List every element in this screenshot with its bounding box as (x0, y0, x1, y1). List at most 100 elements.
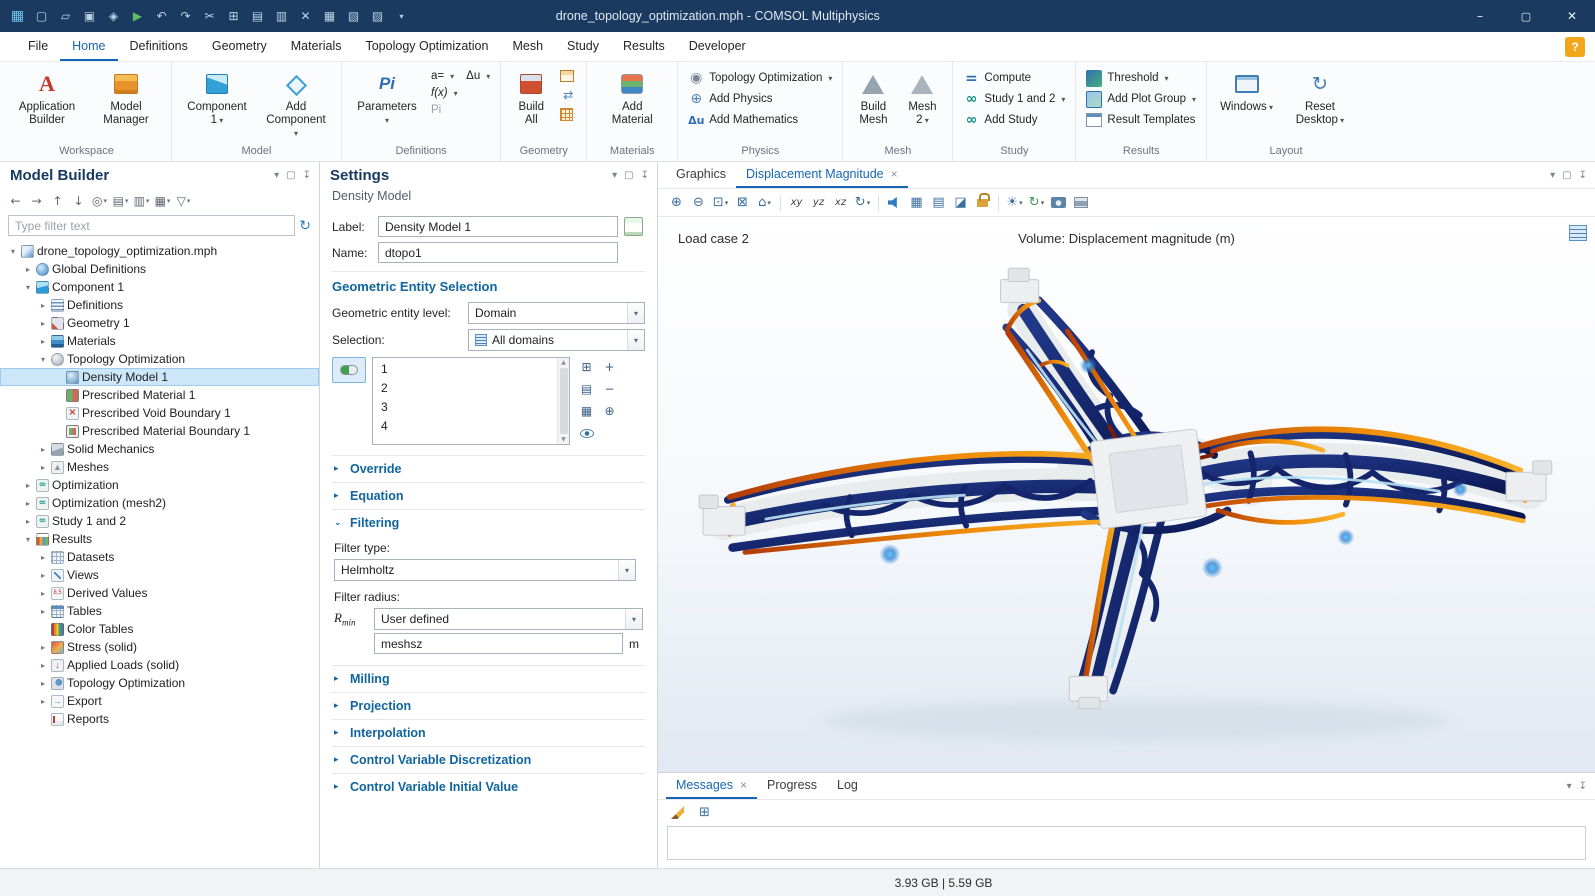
expand-icon[interactable]: ▸ (23, 499, 33, 508)
matrix-icon[interactable]: ▨ (366, 4, 389, 28)
collapse-all-icon[interactable]: ▤▾ (111, 192, 130, 211)
expand-icon[interactable]: ▸ (38, 607, 48, 616)
minimize-button[interactable] (1457, 0, 1503, 32)
expand-icon[interactable]: ▸ (23, 517, 33, 526)
cut-icon[interactable]: ✂ (198, 4, 221, 28)
run-icon[interactable]: ▶ (126, 4, 149, 28)
geometry-sync-button[interactable] (557, 86, 579, 104)
tree-item[interactable]: ▸Definitions (0, 296, 319, 314)
domain-selection-list[interactable]: 1234 ▲ ▼ (372, 357, 570, 445)
save-icon[interactable]: ▣ (78, 4, 101, 28)
section-projection[interactable]: Projection (332, 692, 645, 719)
rotate-icon[interactable]: ↻▾ (852, 193, 873, 213)
tree-item[interactable]: ▸Tables (0, 602, 319, 620)
plot-in-window-icon[interactable]: ▤ (928, 193, 949, 213)
expand-icon[interactable]: ▸ (38, 679, 48, 688)
zoom-box-icon[interactable]: ⊡▾ (710, 193, 731, 213)
zx-view-icon[interactable]: xz (830, 193, 851, 213)
zoom-in-icon[interactable]: ⊕ (666, 193, 687, 213)
pin-panel-icon[interactable] (1579, 781, 1587, 792)
scroll-up-icon[interactable]: ▲ (561, 359, 566, 366)
tree-item[interactable]: ▸Geometry 1 (0, 314, 319, 332)
tree-item[interactable]: ▾drone_topology_optimization.mph (0, 242, 319, 260)
copy-selection-button[interactable]: ⊞ (576, 357, 597, 377)
variables-button[interactable]: a= (428, 69, 457, 83)
expand-sections-icon[interactable]: ▥▾ (132, 192, 151, 211)
tree-item[interactable]: ▸Global Definitions (0, 260, 319, 278)
toolbar-menu-icon[interactable]: ▾ (390, 4, 413, 28)
show-selection-button[interactable] (576, 423, 597, 443)
active-selection-toggle[interactable] (332, 357, 366, 383)
expand-icon[interactable]: ▸ (38, 553, 48, 562)
result-templates-button[interactable]: Result Templates (1083, 111, 1199, 129)
tree-item[interactable]: ▸Topology Optimization (0, 674, 319, 692)
tree-item[interactable]: ▸Optimization (0, 476, 319, 494)
nonlocal-couplings-button[interactable]: Δu (463, 69, 493, 83)
menu-tab-home[interactable]: Home (60, 32, 117, 61)
add-study-button[interactable]: Add Study (960, 111, 1068, 129)
name-input[interactable] (378, 242, 618, 263)
section-interpolation[interactable]: Interpolation (332, 719, 645, 746)
panel-menu-icon[interactable] (1550, 170, 1555, 181)
zoom-extents-icon[interactable]: ⊠ (732, 193, 753, 213)
expand-icon[interactable]: ▸ (23, 265, 33, 274)
remove-from-selection-button[interactable]: − (599, 379, 620, 399)
tab-displacement-magnitude[interactable]: Displacement Magnitude (736, 162, 908, 188)
close-button[interactable] (1549, 0, 1595, 32)
geometry-measure-button[interactable] (557, 107, 579, 122)
expand-icon[interactable]: ▸ (38, 301, 48, 310)
label-input[interactable] (378, 216, 618, 237)
menu-tab-geometry[interactable]: Geometry (200, 32, 279, 61)
new-file-icon[interactable]: ▢ (30, 4, 53, 28)
tree-item[interactable]: Color Tables (0, 620, 319, 638)
label-options-button[interactable] (624, 217, 643, 236)
tree-item[interactable]: Prescribed Material Boundary 1 (0, 422, 319, 440)
plot-settings-icon[interactable] (1569, 225, 1587, 241)
pin-panel-icon[interactable] (303, 170, 311, 181)
expand-icon[interactable]: ▸ (23, 481, 33, 490)
table-grid-icon[interactable]: ▦ (318, 4, 341, 28)
build-all-button[interactable]: Build All (508, 66, 554, 143)
add-physics-button[interactable]: Add Physics (685, 90, 835, 108)
component-button[interactable]: Component 1 (179, 66, 255, 143)
tree-item[interactable]: ▸Views (0, 566, 319, 584)
collapse-icon[interactable]: ▾ (38, 355, 48, 364)
tab-progress[interactable]: Progress (757, 773, 827, 799)
application-builder-button[interactable]: Application Builder (9, 66, 85, 143)
entity-level-select[interactable]: Domain (468, 302, 645, 324)
tree-item[interactable]: ▸Applied Loads (solid) (0, 656, 319, 674)
clip-icon[interactable]: ◪ (950, 193, 971, 213)
model-manager-button[interactable]: Model Manager (88, 66, 164, 143)
go-to-view-icon[interactable]: ⌂▾ (754, 193, 775, 213)
lock-icon[interactable] (972, 193, 993, 213)
paste-selection-button[interactable]: ▤ (576, 379, 597, 399)
yz-view-icon[interactable]: yz (808, 193, 829, 213)
scroll-down-icon[interactable]: ▼ (561, 436, 566, 443)
tree-item[interactable]: ▸Solid Mechanics (0, 440, 319, 458)
selection-select[interactable]: All domains (468, 329, 645, 351)
parameter-case-button[interactable]: Pi (428, 103, 493, 117)
rmin-mode-select[interactable]: User defined (374, 608, 643, 630)
logo-icon[interactable]: ▦ (6, 4, 29, 28)
forward-icon[interactable]: → (27, 192, 46, 211)
mesh-2-button[interactable]: Mesh 2 (899, 66, 945, 143)
section-control-variable-discretization[interactable]: Control Variable Discretization (332, 746, 645, 773)
reset-desktop-button[interactable]: Reset Desktop (1282, 66, 1358, 143)
tree-item[interactable]: ▾Component 1 (0, 278, 319, 296)
help-button[interactable] (1565, 37, 1585, 57)
zoom-to-selection-button[interactable]: ⊕ (599, 401, 620, 421)
scrollbar-thumb[interactable] (560, 368, 568, 434)
add-material-button[interactable]: Add Material (594, 66, 670, 143)
filter-icon[interactable]: ▽▾ (174, 192, 193, 211)
tree-item[interactable]: ▸Study 1 and 2 (0, 512, 319, 530)
tree-item[interactable]: ▸Datasets (0, 548, 319, 566)
close-tab-icon[interactable] (740, 778, 747, 792)
open-icon[interactable]: ▱ (54, 4, 77, 28)
panel-menu-icon[interactable] (1567, 781, 1572, 792)
messages-content[interactable] (667, 826, 1586, 860)
menu-tab-study[interactable]: Study (555, 32, 611, 61)
close-tab-icon[interactable] (891, 167, 898, 181)
geometry-import-button[interactable] (557, 69, 579, 83)
section-filtering[interactable]: Filtering (332, 509, 645, 536)
collapse-icon[interactable]: ▾ (23, 283, 33, 292)
